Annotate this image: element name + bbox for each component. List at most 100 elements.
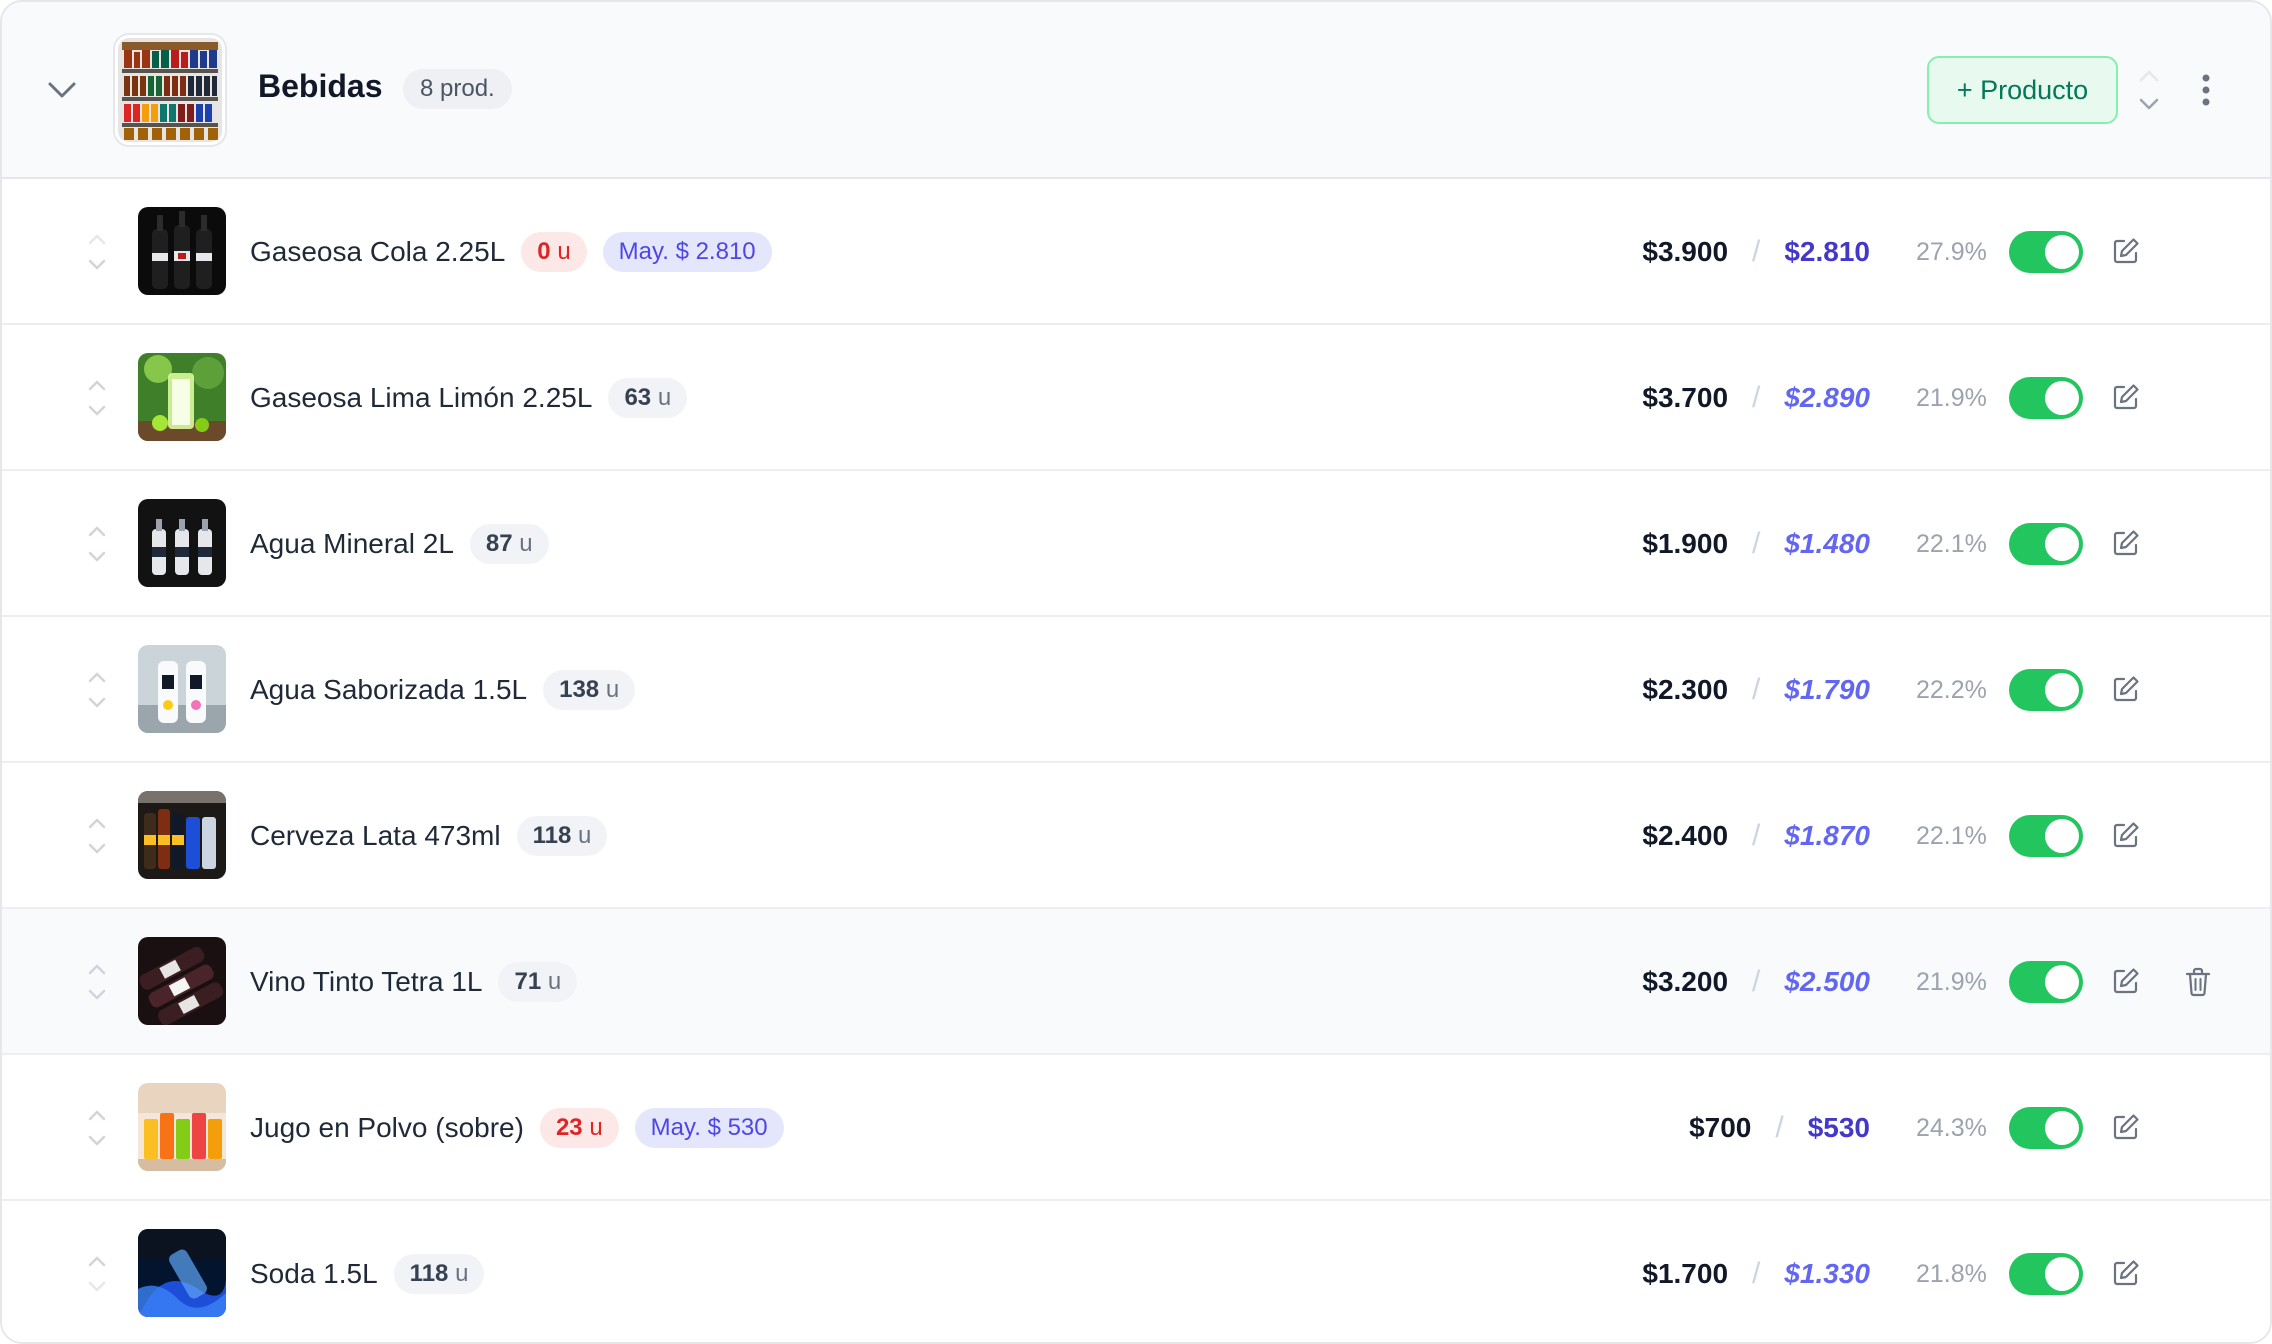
sort-arrows-icon[interactable] [82,517,112,571]
wholesale-price: $2.810 [1784,236,1870,267]
margin-percent: 24.3% [1916,1114,1987,1142]
margin-percent: 22.1% [1916,530,1987,558]
wholesale-price: $2.890 [1784,382,1870,413]
product-row[interactable]: Vino Tinto Tetra 1L 71 u $3.200 / $2.500… [2,909,2270,1055]
price-group: $3.900 / $2.810 [1642,179,1870,325]
product-image [138,645,226,733]
sort-arrows-icon[interactable] [82,1247,112,1301]
product-name: Agua Mineral 2L [250,528,454,559]
stock-badge: 71 u [498,962,578,1002]
product-name: Gaseosa Cola 2.25L [250,236,506,267]
active-toggle[interactable] [2009,961,2083,1003]
retail-price: $2.400 [1642,820,1729,851]
product-info: Soda 1.5L 118 u [250,1201,485,1342]
margin-percent: 21.9% [1916,384,1987,412]
chevron-down-icon[interactable] [42,70,82,110]
toggle-knob [2045,1257,2079,1291]
product-image [138,353,226,441]
product-row[interactable]: Gaseosa Cola 2.25L 0 u May. $ 2.810 $3.9… [2,179,2270,325]
product-image [138,1083,226,1171]
edit-icon[interactable] [2111,966,2141,996]
product-name: Agua Saborizada 1.5L [250,674,528,705]
price-separator: / [1752,1257,1761,1290]
sort-arrows-icon[interactable] [82,1101,112,1155]
product-row[interactable]: Jugo en Polvo (sobre) 23 u May. $ 530 $7… [2,1055,2270,1201]
toggle-knob [2045,381,2079,415]
active-toggle[interactable] [2009,669,2083,711]
product-image [138,1229,226,1317]
category-panel: Bebidas 8 prod. + Producto Gaseosa Cola … [0,0,2272,1344]
active-toggle[interactable] [2009,1107,2083,1149]
category-header: Bebidas 8 prod. + Producto [2,2,2270,179]
product-row[interactable]: Agua Saborizada 1.5L 138 u $2.300 / $1.7… [2,617,2270,763]
more-vertical-icon[interactable] [2192,70,2220,110]
sort-arrows-icon[interactable] [82,955,112,1009]
stock-badge: 87 u [469,524,549,564]
wholesale-price: $1.480 [1784,528,1870,559]
product-info: Jugo en Polvo (sobre) 23 u May. $ 530 [250,1055,784,1201]
toggle-knob [2045,235,2079,269]
product-info: Gaseosa Cola 2.25L 0 u May. $ 2.810 [250,179,772,325]
sort-arrows-icon[interactable] [82,225,112,279]
price-separator: / [1752,381,1761,414]
wholesale-price: $530 [1807,1112,1870,1143]
add-product-button[interactable]: + Producto [1927,56,2118,124]
sort-arrows-icon[interactable] [2134,62,2164,118]
edit-icon[interactable] [2111,236,2141,266]
category-image [115,35,225,145]
product-info: Gaseosa Lima Limón 2.25L 63 u [250,325,688,471]
retail-price: $2.300 [1642,674,1729,705]
price-group: $1.900 / $1.480 [1642,471,1870,617]
product-row[interactable]: Agua Mineral 2L 87 u $1.900 / $1.480 22.… [2,471,2270,617]
trash-icon[interactable] [2183,966,2213,998]
edit-icon[interactable] [2111,674,2141,704]
toggle-knob [2045,819,2079,853]
stock-badge: 118 u [516,816,608,856]
sort-arrows-icon[interactable] [82,663,112,717]
retail-price: $700 [1689,1112,1752,1143]
wholesale-price: $1.870 [1784,820,1870,851]
active-toggle[interactable] [2009,523,2083,565]
product-image [138,937,226,1025]
price-group: $700 / $530 [1689,1055,1870,1201]
active-toggle[interactable] [2009,377,2083,419]
wholesale-badge: May. $ 2.810 [602,232,772,272]
product-row[interactable]: Soda 1.5L 118 u $1.700 / $1.330 21.8% [2,1201,2270,1342]
price-group: $2.300 / $1.790 [1642,617,1870,763]
product-list: Gaseosa Cola 2.25L 0 u May. $ 2.810 $3.9… [2,179,2270,1342]
edit-icon[interactable] [2111,528,2141,558]
price-group: $2.400 / $1.870 [1642,763,1870,909]
margin-percent: 22.2% [1916,676,1987,704]
price-separator: / [1775,1111,1784,1144]
price-separator: / [1752,235,1761,268]
stock-badge: 118 u [393,1254,485,1294]
sort-arrows-icon[interactable] [82,809,112,863]
price-separator: / [1752,965,1761,998]
edit-icon[interactable] [2111,820,2141,850]
product-name: Gaseosa Lima Limón 2.25L [250,382,593,413]
product-info: Agua Mineral 2L 87 u [250,471,549,617]
edit-icon[interactable] [2111,382,2141,412]
product-row[interactable]: Cerveza Lata 473ml 118 u $2.400 / $1.870… [2,763,2270,909]
stock-badge: 0 u [521,232,587,272]
product-image [138,791,226,879]
edit-icon[interactable] [2111,1258,2141,1288]
price-group: $1.700 / $1.330 [1642,1201,1870,1342]
active-toggle[interactable] [2009,231,2083,273]
product-row[interactable]: Gaseosa Lima Limón 2.25L 63 u $3.700 / $… [2,325,2270,471]
retail-price: $3.700 [1642,382,1729,413]
retail-price: $1.700 [1642,1258,1729,1289]
wholesale-price: $1.790 [1784,674,1870,705]
margin-percent: 21.9% [1916,968,1987,996]
toggle-knob [2045,1111,2079,1145]
edit-icon[interactable] [2111,1112,2141,1142]
margin-percent: 22.1% [1916,822,1987,850]
sort-arrows-icon[interactable] [82,371,112,425]
stock-badge: 138 u [543,670,636,710]
active-toggle[interactable] [2009,815,2083,857]
wholesale-badge: May. $ 530 [634,1108,784,1148]
stock-badge: 23 u [539,1108,619,1148]
stock-badge: 63 u [608,378,688,418]
active-toggle[interactable] [2009,1253,2083,1295]
price-group: $3.700 / $2.890 [1642,325,1870,471]
